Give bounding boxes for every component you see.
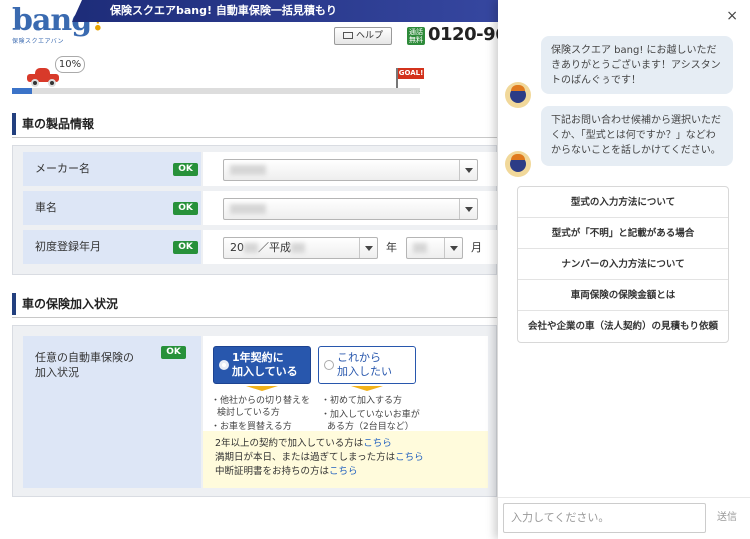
chat-option[interactable]: 車両保険の保険金額とは (518, 280, 728, 311)
monitor-icon (342, 32, 353, 39)
maker-select[interactable] (223, 159, 478, 181)
ok-badge: OK (173, 241, 198, 254)
goal-flag-icon: GOAL! (396, 68, 424, 88)
chat-option[interactable]: ナンバーの入力方法について (518, 249, 728, 280)
section-title-product: 車の製品情報 (12, 113, 94, 135)
progress-percent: 10% (55, 56, 85, 73)
chat-option[interactable]: 型式が「不明」と記載がある場合 (518, 218, 728, 249)
ok-badge: OK (173, 202, 198, 215)
option-new-enrollment[interactable]: これから 加入したい (318, 346, 416, 384)
chevron-down-icon (459, 160, 477, 180)
free-dial-badge: 通話無料 (407, 27, 425, 45)
registration-month-select[interactable] (406, 237, 463, 259)
link-here[interactable]: こちら (363, 438, 392, 449)
option1-bullets: ・他社からの切り替えを検討している方 ・お車を買替える方 (211, 396, 311, 432)
arrow-down-icon (246, 386, 278, 391)
chevron-down-icon (459, 199, 477, 219)
arrow-down-icon (351, 386, 383, 391)
registration-year-select[interactable]: 20 ／平成 (223, 237, 378, 259)
close-icon[interactable]: × (726, 9, 738, 23)
car-name-select[interactable] (223, 198, 478, 220)
ok-badge: OK (161, 346, 186, 359)
chat-option[interactable]: 会社や企業の車（法人契約）の見積もり依頼 (518, 311, 728, 342)
progress-fill (12, 88, 33, 94)
chevron-down-icon (444, 238, 462, 258)
month-unit: 月 (471, 241, 482, 254)
header-banner-title: 保険スクエアbang! 自動車保険一括見積もり (72, 0, 502, 22)
maker-row: メーカー名 OK (23, 152, 498, 186)
chat-message: 保険スクエア bang! にお越しいただきありがとうございます！アシスタントのば… (541, 36, 733, 94)
ok-badge: OK (173, 163, 198, 176)
radio-unselected-icon (324, 360, 334, 370)
radio-selected-icon (219, 360, 229, 370)
insurance-status-label: 任意の自動車保険の 加入状況 OK (23, 336, 201, 488)
send-button[interactable]: 送信 (710, 503, 744, 533)
chat-message: 下記お問い合わせ候補から選択いただくか、「型式とは何ですか？」などわからないこと… (541, 106, 733, 166)
registration-row: 初度登録年月 OK 20 ／平成 年 月 (23, 230, 498, 264)
chat-input[interactable]: 入力してください。 (503, 503, 706, 533)
divider (12, 137, 497, 138)
chat-suggestions: 型式の入力方法について 型式が「不明」と記載がある場合 ナンバーの入力方法につい… (517, 186, 729, 343)
insurance-panel: 任意の自動車保険の 加入状況 OK 1年契約に 加入している これから 加入した… (12, 325, 497, 497)
link-here[interactable]: こちら (329, 466, 358, 477)
link-here[interactable]: こちら (395, 452, 424, 463)
divider (12, 317, 497, 318)
insurance-options: 1年契約に 加入している これから 加入したい ・他社からの切り替えを検討してい… (203, 336, 488, 488)
chat-panel: × 保険スクエア bang! にお越しいただきありがとうございます！アシスタント… (498, 0, 750, 539)
option2-bullets: ・初めて加入する方 ・加入していないお車がある方（2台目など） (321, 396, 420, 432)
chat-option[interactable]: 型式の入力方法について (518, 187, 728, 218)
option-annual-contract[interactable]: 1年契約に 加入している (213, 346, 311, 384)
car-icon (27, 68, 59, 87)
assistant-avatar (505, 151, 531, 177)
insurance-notes: 2年以上の契約で加入している方はこちら 満期日が本日、または過ぎてしまった方はこ… (203, 431, 488, 488)
bang-logo[interactable]: bang! 保険スクエアバン (12, 6, 104, 46)
progress-track (12, 88, 420, 94)
chevron-down-icon (359, 238, 377, 258)
year-unit: 年 (386, 241, 397, 254)
product-info-panel: メーカー名 OK 車名 OK 初度登録年月 OK 20 ／平成 年 月 (12, 145, 498, 275)
chat-input-bar: 入力してください。 送信 (498, 497, 750, 539)
help-button[interactable]: ヘルプ (334, 27, 392, 45)
car-name-row: 車名 OK (23, 191, 498, 225)
progress-bar: 10% GOAL! (12, 56, 432, 96)
section-title-insurance: 車の保険加入状況 (12, 293, 118, 315)
assistant-avatar (505, 82, 531, 108)
